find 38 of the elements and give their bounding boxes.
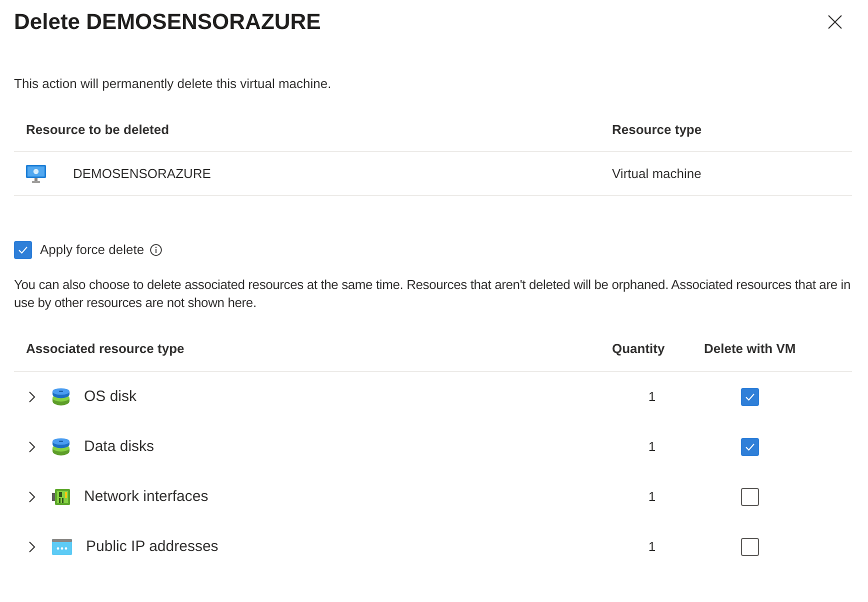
disk-icon: [52, 438, 70, 456]
close-icon[interactable]: [828, 15, 842, 29]
checkbox[interactable]: [741, 388, 759, 406]
chevron-right-icon[interactable]: [28, 491, 36, 503]
resource-name: DEMOSENSORAZURE: [73, 164, 211, 183]
checkmark-icon: [745, 443, 755, 451]
column-header: Quantity: [612, 340, 665, 358]
resource-type-name: Data disks: [84, 437, 154, 457]
info-icon[interactable]: [150, 244, 162, 256]
resource-type-name: OS disk: [84, 387, 137, 407]
checkbox[interactable]: [741, 538, 759, 556]
checkmark-icon: [18, 246, 28, 254]
checkbox[interactable]: [14, 241, 32, 259]
associated-resources-note: You can also choose to delete associated resources at the same time. Resources that aren't deleted will be orphaned. Associated resources that are in use by other resources are not shown here.: [14, 276, 852, 312]
disk-icon: [52, 388, 70, 406]
quantity-value: 1: [648, 488, 656, 506]
resource-type: Virtual machine: [612, 164, 702, 183]
quantity-value: 1: [648, 438, 656, 456]
chevron-right-icon[interactable]: [28, 541, 36, 553]
checkbox-label: Apply force delete: [40, 241, 144, 259]
dialog-title: Delete DEMOSENSORAZURE: [14, 8, 321, 36]
resource-type-name: Public IP addresses: [86, 537, 218, 557]
ip-address-icon: [52, 539, 72, 555]
monitor-icon: [26, 164, 46, 182]
column-header: Delete with VM: [704, 340, 796, 358]
quantity-value: 1: [648, 388, 656, 406]
column-header: Associated resource type: [26, 340, 184, 358]
column-header: Resource type: [612, 120, 702, 139]
checkbox[interactable]: [741, 438, 759, 456]
column-header: Resource to be deleted: [26, 120, 170, 139]
chevron-right-icon[interactable]: [28, 441, 36, 453]
chevron-right-icon[interactable]: [28, 391, 36, 403]
checkbox[interactable]: [741, 488, 759, 506]
quantity-value: 1: [648, 538, 656, 556]
description-text: This action will permanently delete this virtual machine.: [14, 75, 332, 93]
network-card-icon: [52, 488, 70, 506]
resource-type-name: Network interfaces: [84, 487, 208, 507]
checkmark-icon: [745, 393, 755, 401]
